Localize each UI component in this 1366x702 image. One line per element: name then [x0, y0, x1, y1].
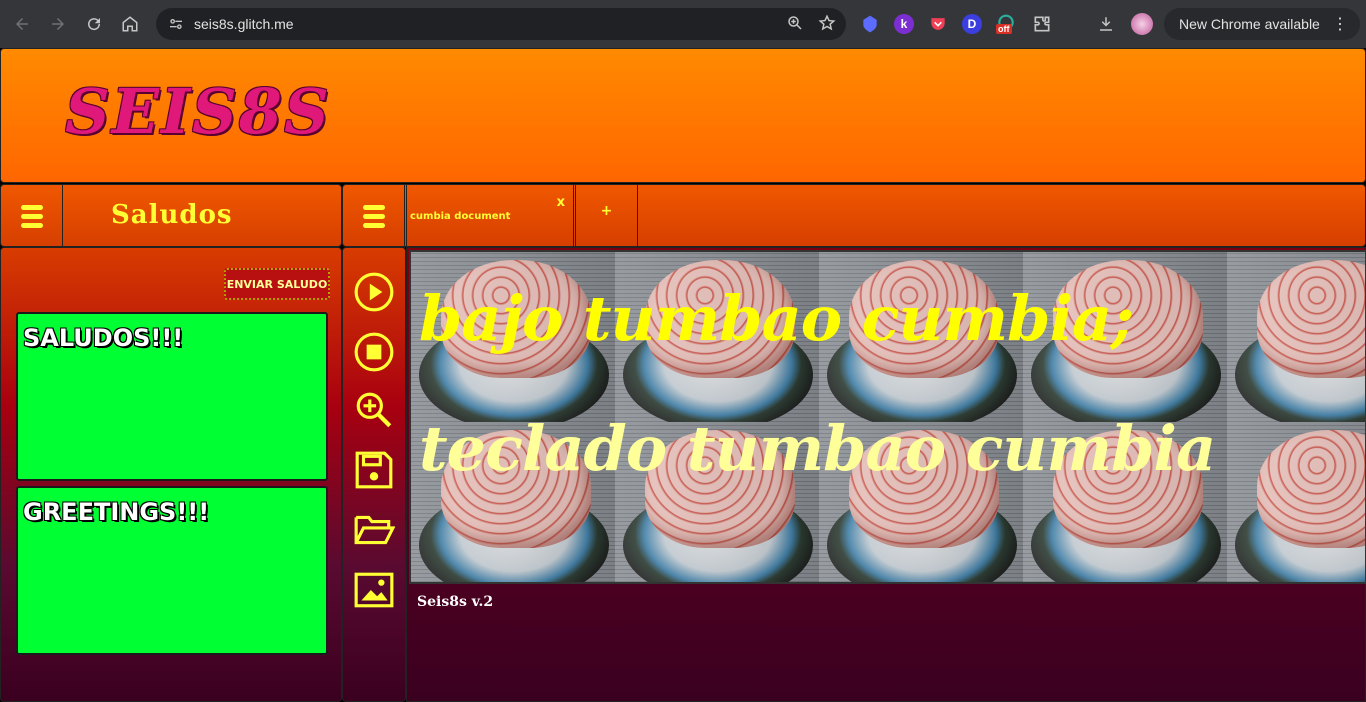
shield-extension-icon[interactable]: [858, 12, 882, 36]
message-card: SALUDOS!!!: [16, 312, 328, 481]
app-header: SEIS8S: [0, 48, 1366, 183]
browser-toolbar: seis8s.glitch.me k D off New Chrome avai…: [0, 0, 1366, 48]
play-icon: [354, 272, 394, 312]
seis8s-page: SEIS8S Saludos cumbia document x + ENVIA…: [0, 48, 1366, 702]
code-line[interactable]: bajo tumbao cumbia;: [419, 282, 1134, 355]
zoom-in-icon: [356, 392, 392, 428]
k-extension-icon[interactable]: k: [894, 14, 914, 34]
version-label: Seis8s v.2: [417, 594, 494, 610]
background-tile: [1227, 252, 1365, 422]
main-area: bajo tumbao cumbia; teclado tumbao cumbi…: [406, 247, 1366, 702]
code-line[interactable]: teclado tumbao cumbia: [419, 412, 1216, 485]
left-menu-button[interactable]: [1, 185, 63, 248]
new-chrome-available-button[interactable]: New Chrome available ⋮: [1164, 8, 1360, 40]
image-button[interactable]: [352, 568, 396, 612]
message-card: GREETINGS!!!: [16, 486, 328, 655]
left-panel-title: Saludos: [111, 200, 233, 230]
greetings-panel: ENVIAR SALUDO SALUDOS!!! GREETINGS!!!: [0, 247, 342, 702]
arrow-right-icon: [52, 18, 64, 30]
reload-button[interactable]: [76, 6, 112, 42]
background-tile: [1227, 422, 1365, 582]
site-settings-icon[interactable]: [166, 14, 186, 34]
folder-open-icon: [354, 515, 395, 545]
forward-button[interactable]: [40, 6, 76, 42]
plus-icon: +: [600, 203, 613, 219]
home-icon: [122, 16, 138, 32]
download-button[interactable]: [1088, 6, 1124, 42]
profile-avatar[interactable]: [1131, 13, 1153, 35]
image-icon: [354, 572, 394, 608]
d-extension-icon[interactable]: D: [962, 14, 982, 34]
save-icon: [355, 451, 393, 489]
code-editor[interactable]: bajo tumbao cumbia; teclado tumbao cumbi…: [409, 250, 1366, 584]
play-button[interactable]: [352, 270, 396, 314]
send-greeting-button[interactable]: ENVIAR SALUDO: [224, 268, 330, 300]
tab-bar: cumbia document x +: [342, 184, 1366, 248]
more-menu-icon[interactable]: ⋮: [1332, 14, 1348, 34]
extensions-area: k D off: [858, 12, 1054, 36]
tab-cumbia-document[interactable]: cumbia document x: [406, 185, 574, 247]
stop-icon: [354, 332, 394, 372]
arrow-left-icon: [16, 18, 28, 30]
off-badge: off: [996, 24, 1012, 34]
tab-label: cumbia document: [410, 211, 511, 222]
stop-button[interactable]: [352, 330, 396, 374]
zoom-in-button[interactable]: [352, 388, 396, 432]
home-button[interactable]: [112, 6, 148, 42]
message-text: SALUDOS!!!: [23, 324, 184, 352]
puzzle-extension-icon[interactable]: [1030, 12, 1054, 36]
pocket-extension-icon[interactable]: [926, 12, 950, 36]
hamburger-icon: [20, 205, 43, 228]
hamburger-icon: [362, 205, 385, 228]
address-bar[interactable]: seis8s.glitch.me: [156, 8, 846, 40]
reload-icon: [88, 18, 101, 31]
tab-close-button[interactable]: x: [557, 195, 565, 210]
message-text: GREETINGS!!!: [23, 498, 210, 526]
zoom-icon[interactable]: [786, 14, 804, 32]
tool-column: [342, 247, 406, 702]
app-logo: SEIS8S: [65, 75, 331, 148]
add-tab-button[interactable]: +: [575, 185, 638, 247]
editor-menu-button[interactable]: [343, 185, 405, 248]
bookmark-star-icon[interactable]: [818, 14, 836, 32]
url-text[interactable]: seis8s.glitch.me: [194, 16, 294, 32]
new-chrome-label: New Chrome available: [1179, 16, 1320, 32]
back-button[interactable]: [4, 6, 40, 42]
off-extension-icon[interactable]: off: [994, 12, 1018, 36]
left-panel-header: Saludos: [0, 184, 342, 248]
download-icon: [1100, 17, 1112, 31]
save-button[interactable]: [352, 448, 396, 492]
open-folder-button[interactable]: [352, 508, 396, 552]
